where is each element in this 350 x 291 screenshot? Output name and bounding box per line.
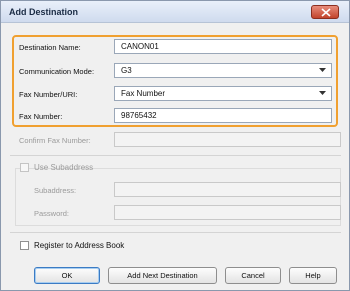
communication-mode-select[interactable]: G3: [114, 63, 332, 78]
title-bar[interactable]: Add Destination: [1, 1, 349, 23]
confirm-fax-number-field[interactable]: [114, 132, 341, 147]
fax-number-field[interactable]: 98765432: [114, 108, 332, 123]
subaddress-label: Subaddress:: [34, 186, 77, 195]
use-subaddress-checkbox[interactable]: [20, 163, 29, 172]
separator: [10, 232, 341, 233]
communication-mode-value: G3: [121, 66, 132, 75]
close-button[interactable]: [311, 5, 339, 19]
chevron-down-icon: [319, 91, 326, 95]
use-subaddress-label: Use Subaddress: [34, 163, 94, 172]
register-address-book-checkbox[interactable]: [20, 241, 29, 250]
fax-number-uri-value: Fax Number: [121, 89, 166, 98]
dialog-title: Add Destination: [9, 7, 78, 17]
close-icon: [321, 8, 331, 17]
communication-mode-label: Communication Mode:: [19, 67, 95, 76]
add-destination-dialog: Add Destination Destination Name: CANON0…: [0, 0, 350, 291]
subaddress-field[interactable]: [114, 182, 341, 197]
chevron-down-icon: [319, 68, 326, 72]
destination-name-label: Destination Name:: [19, 43, 81, 52]
password-field[interactable]: [114, 205, 341, 220]
confirm-fax-number-label: Confirm Fax Number:: [19, 136, 91, 145]
fax-number-uri-label: Fax Number/URI:: [19, 90, 78, 99]
destination-name-field[interactable]: CANON01: [114, 39, 332, 54]
help-button[interactable]: Help: [289, 267, 337, 284]
password-label: Password:: [34, 209, 70, 218]
ok-button[interactable]: OK: [34, 267, 100, 284]
fax-number-label: Fax Number:: [19, 112, 63, 121]
separator: [10, 155, 341, 156]
fax-number-uri-select[interactable]: Fax Number: [114, 86, 332, 101]
destination-name-value: CANON01: [121, 42, 159, 51]
register-address-book-label: Register to Address Book: [34, 241, 125, 250]
cancel-button[interactable]: Cancel: [225, 267, 281, 284]
fax-number-value: 98765432: [121, 111, 157, 120]
add-next-destination-button[interactable]: Add Next Destination: [108, 267, 217, 284]
